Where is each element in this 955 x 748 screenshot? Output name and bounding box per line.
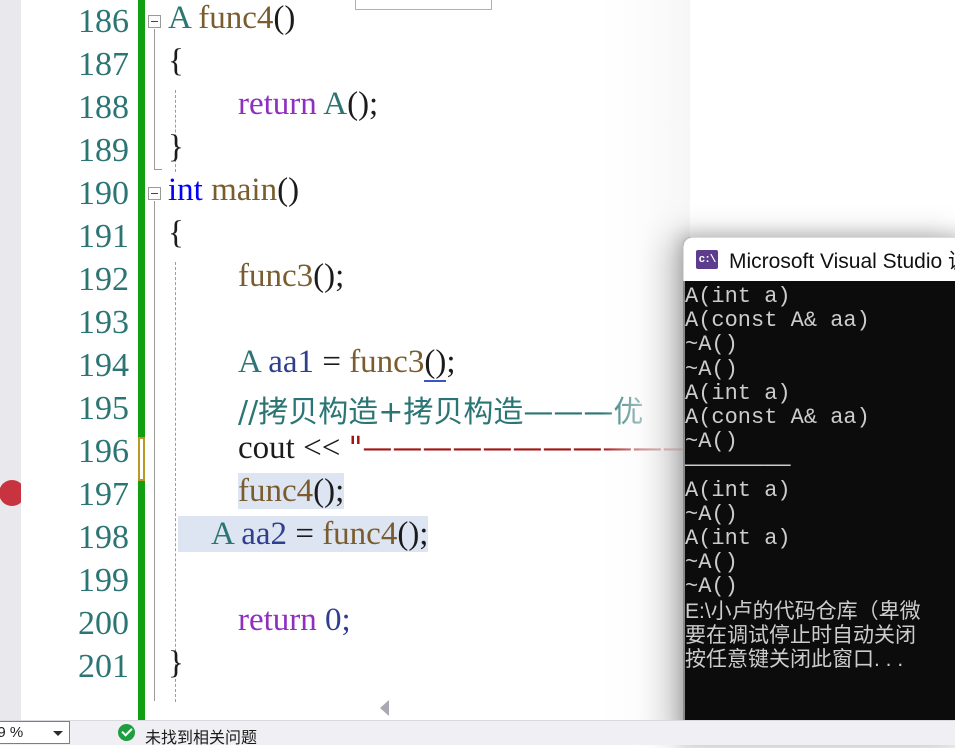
line-number: 189 — [78, 132, 129, 169]
code-line-190[interactable]: int main() — [168, 172, 299, 209]
scroll-left-arrow-icon[interactable] — [380, 700, 389, 716]
code-line-187[interactable]: { — [168, 43, 184, 80]
code-line-192[interactable]: func3(); — [238, 258, 344, 295]
console-line: A(int a) — [685, 284, 791, 309]
line-number: 197 — [78, 476, 129, 513]
token-variable-aa1: aa1 — [268, 344, 315, 380]
line-number: 187 — [78, 46, 129, 83]
token-return: return — [238, 602, 317, 638]
token-type-A: A — [211, 516, 234, 552]
selected-text[interactable]: A aa2 = func4(); — [178, 516, 429, 552]
token-parens: () — [273, 0, 296, 36]
token-parens-cursor: () — [424, 344, 447, 382]
console-line: A(int a) — [685, 477, 791, 503]
line-number: 186 — [78, 3, 129, 40]
token-type-A: A — [323, 86, 348, 122]
code-line-198[interactable]: A aa2 = func4(); — [178, 516, 429, 553]
console-line-path: E:\小卢的代码仓库（卑微 — [685, 599, 921, 623]
status-bar-top-border — [0, 720, 955, 721]
token-function-main: main — [211, 172, 278, 208]
zoom-level-value: 99 % — [0, 724, 24, 741]
console-line: ———————— — [685, 453, 791, 479]
token-keyword-int: int — [168, 172, 203, 208]
console-line: ~A() — [685, 501, 738, 527]
line-number: 188 — [78, 89, 129, 126]
token-operator-assign: = — [295, 516, 314, 552]
code-line-195[interactable]: //拷贝构造+拷贝构造———优 — [238, 387, 643, 431]
line-number: 194 — [78, 347, 129, 384]
console-line: ~A() — [685, 332, 738, 358]
zoom-level-combobox[interactable]: 99 % — [0, 721, 70, 744]
console-line: A(int a) — [685, 380, 791, 406]
code-line-191[interactable]: { — [168, 215, 184, 252]
selected-text[interactable]: func4(); — [238, 473, 345, 509]
console-left-border — [683, 281, 685, 745]
token-cout: cout — [238, 430, 295, 466]
line-number: 199 — [78, 562, 129, 599]
line-number: 196 — [78, 433, 129, 470]
console-line: A(const A& aa) — [685, 308, 870, 334]
token-parens: (); — [313, 473, 345, 509]
line-number: 201 — [78, 648, 129, 685]
token-function-func4: func4 — [238, 473, 314, 509]
code-line-188[interactable]: return A(); — [238, 86, 378, 123]
token-brace-close: } — [168, 129, 184, 165]
token-return: return — [238, 86, 317, 122]
line-number: 190 — [78, 175, 129, 212]
token-parens: (); — [347, 86, 379, 122]
code-line-200[interactable]: return 0; — [238, 602, 351, 639]
token-operator-assign: = — [322, 344, 341, 380]
console-line-prompt: 按任意键关闭此窗口. . . — [685, 648, 904, 672]
token-parens: () — [277, 172, 300, 208]
token-function-func4: func4 — [322, 516, 398, 552]
code-line-189[interactable]: } — [168, 129, 184, 166]
console-line: ~A() — [685, 429, 738, 455]
debug-console-window[interactable]: c:\ Microsoft Visual Studio 调试 A(int a)A… — [683, 237, 955, 745]
partial-dropdown-above[interactable] — [355, 0, 492, 10]
token-function-func3: func3 — [349, 344, 425, 380]
line-number: 192 — [78, 261, 129, 298]
line-number: 193 — [78, 304, 129, 341]
status-bar: 99 % 未找到相关问题 — [0, 720, 955, 747]
line-number: 195 — [78, 390, 129, 427]
console-line: ~A() — [685, 356, 738, 382]
console-line: A(const A& aa) — [685, 405, 870, 431]
cmd-console-icon: c:\ — [696, 250, 718, 269]
token-brace-open: { — [168, 215, 184, 251]
token-function-func3: func3 — [238, 258, 314, 294]
token-semicolon: ; — [446, 344, 456, 380]
token-brace-close: } — [168, 645, 184, 681]
code-line-186[interactable]: A func4() — [168, 0, 295, 37]
token-type-A: A — [168, 0, 191, 36]
line-number: 191 — [78, 218, 129, 255]
token-parens: (); — [397, 516, 429, 552]
console-line: ~A() — [685, 574, 738, 600]
console-line: A(int a) — [685, 526, 791, 552]
code-line-197[interactable]: func4(); — [238, 473, 345, 510]
token-operator-shift: << — [303, 430, 341, 466]
console-line: ~A() — [685, 550, 738, 576]
line-number: 200 — [78, 605, 129, 642]
console-line-hint: 要在调试停止时自动关闭 — [685, 623, 916, 647]
chevron-down-icon[interactable] — [53, 731, 63, 736]
token-brace-open: { — [168, 43, 184, 79]
token-variable-aa2: aa2 — [241, 516, 288, 552]
token-type-A: A — [238, 344, 261, 380]
status-message: 未找到相关问题 — [145, 730, 258, 747]
console-output: A(int a) A(const A& aa) ~A() ~A() A(int a) A(… — [683, 281, 955, 672]
token-parens: (); — [313, 258, 345, 294]
status-ok-icon — [118, 724, 135, 741]
code-line-201[interactable]: } — [168, 645, 184, 682]
console-title-bar[interactable]: c:\ Microsoft Visual Studio 调试 — [683, 237, 955, 281]
code-line-194[interactable]: A aa1 = func3(); — [238, 344, 456, 382]
token-function-func4: func4 — [198, 0, 274, 36]
token-number-zero: 0; — [325, 602, 351, 638]
console-title-text: Microsoft Visual Studio 调试 — [729, 249, 955, 273]
token-comment: //拷贝构造+拷贝构造———优 — [238, 395, 644, 430]
line-number: 198 — [78, 519, 129, 556]
